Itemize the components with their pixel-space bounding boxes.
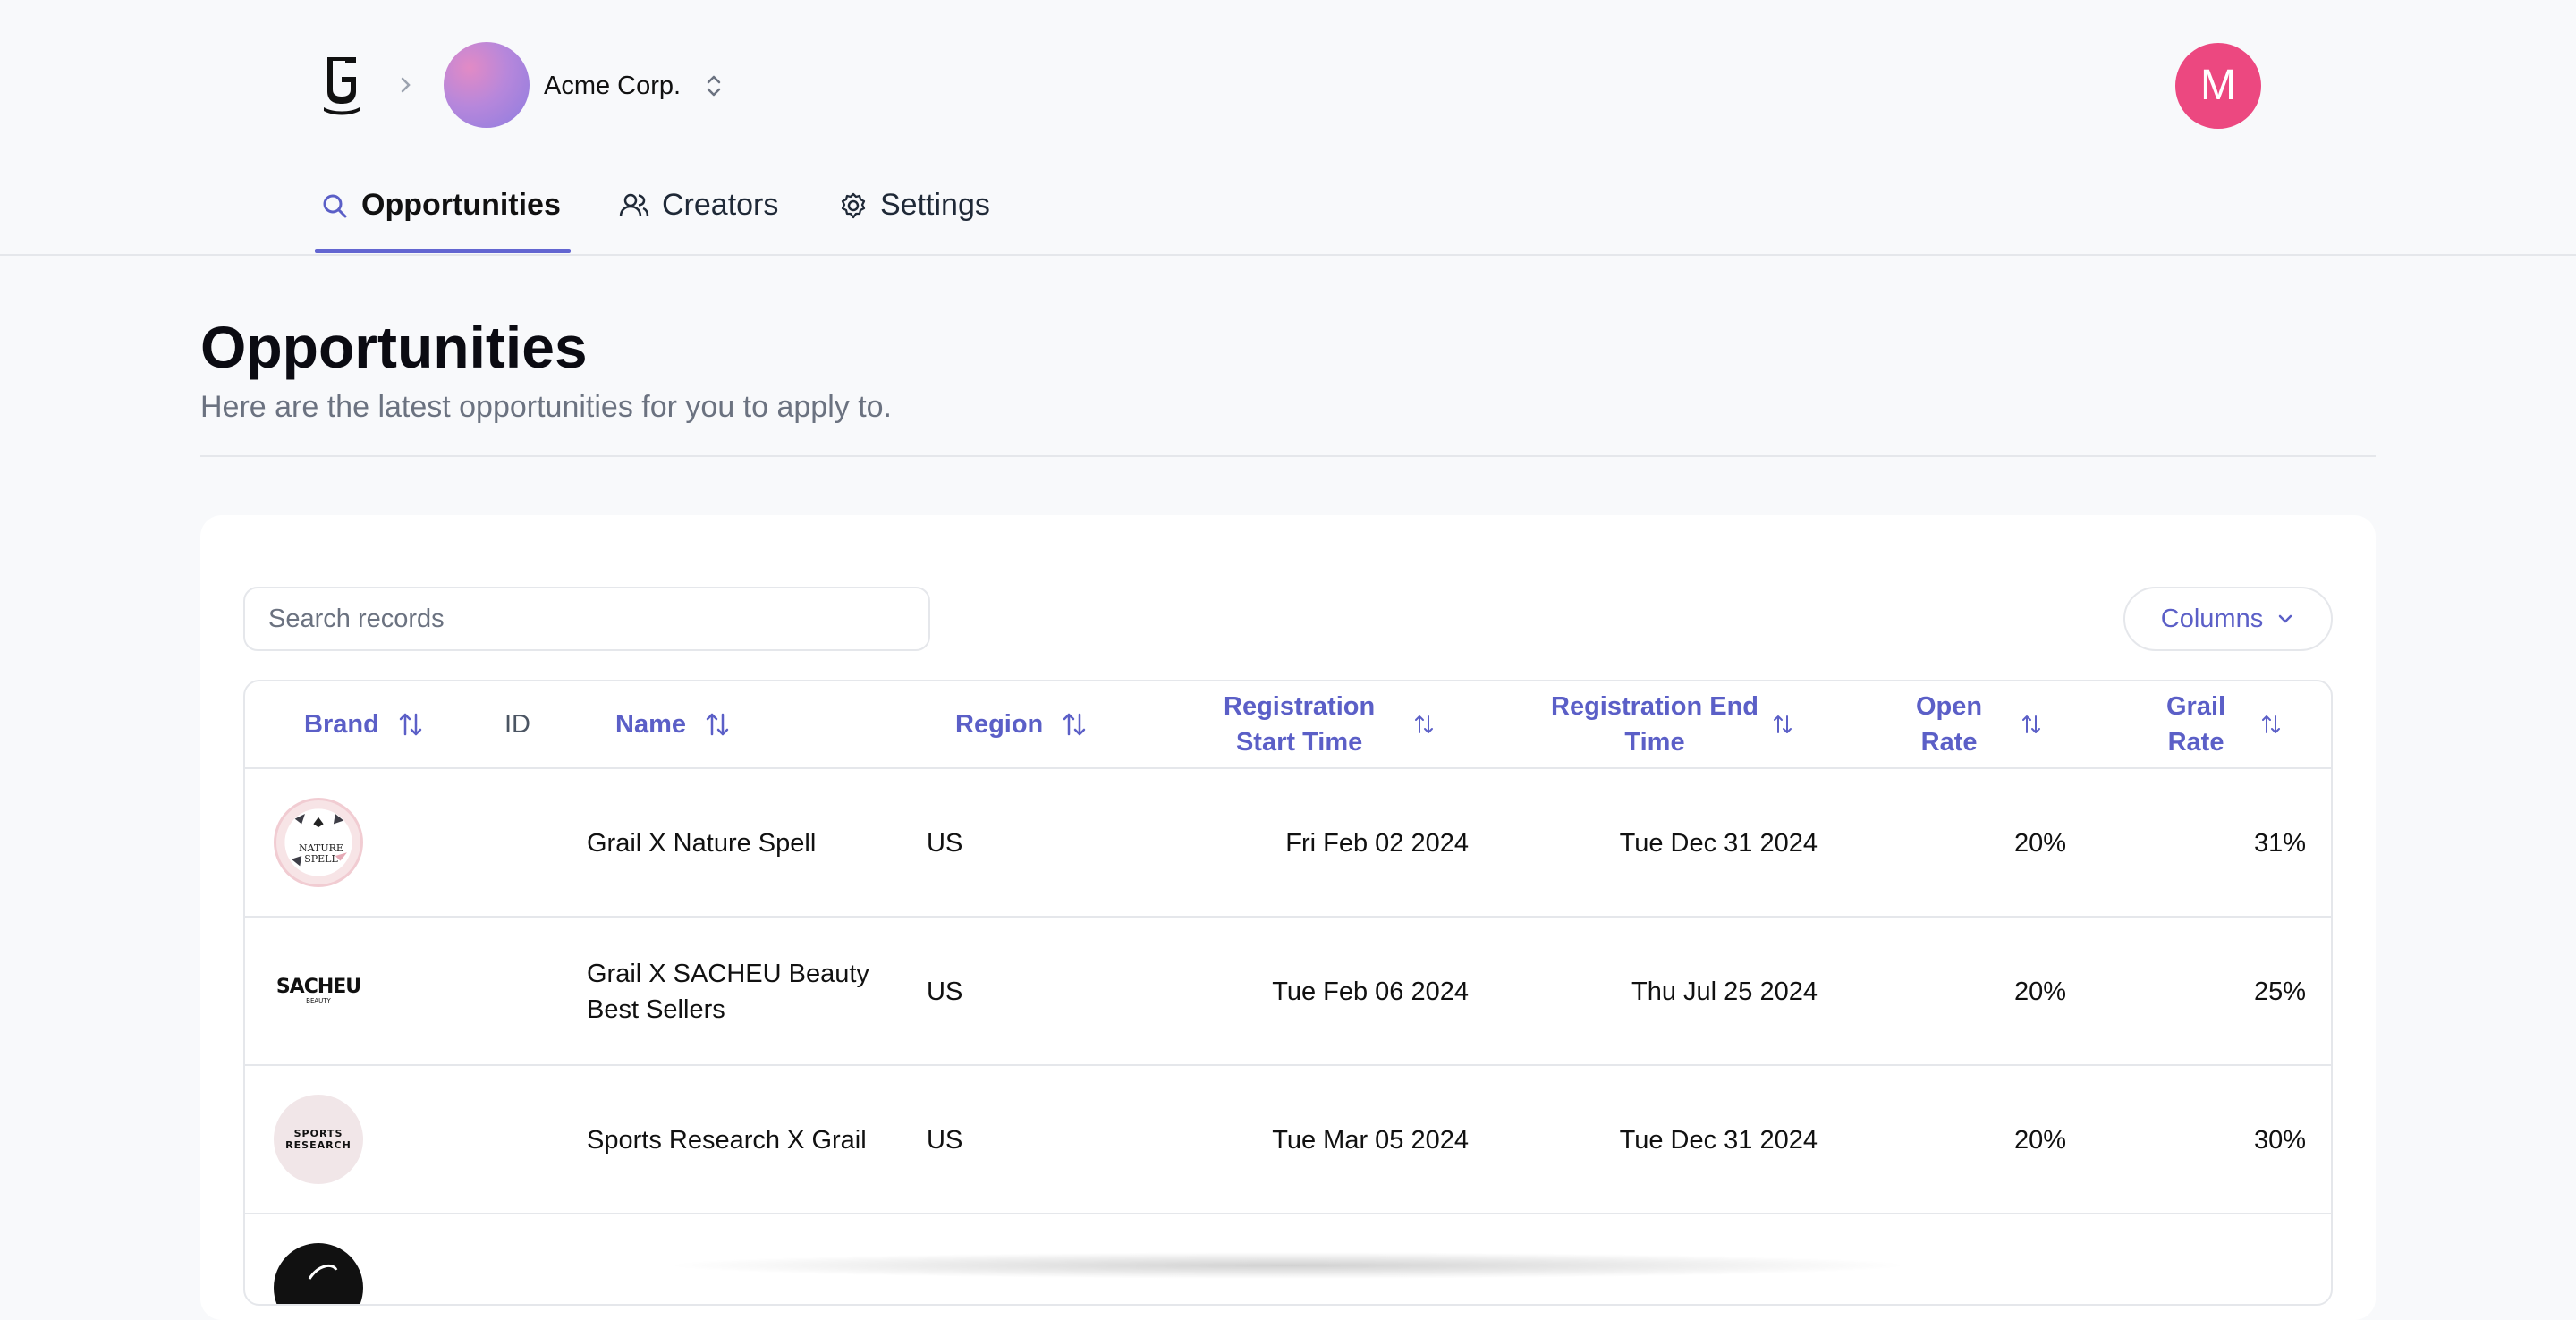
cell-open-rate: 20% xyxy=(2013,977,2066,1006)
floating-bar-shadow xyxy=(662,1252,1914,1279)
column-header-grail-rate[interactable]: Grail Rate xyxy=(2166,681,2281,767)
cell-open-rate: 20% xyxy=(2013,829,2066,858)
tab-creators[interactable]: Creators xyxy=(619,188,778,256)
tab-label: Opportunities xyxy=(361,188,561,222)
cell-region: US xyxy=(927,1126,963,1155)
table-row[interactable]: SPORTS RESEARCH Sports Research X Grail … xyxy=(245,1066,2331,1214)
cell-registration-start: Tue Mar 05 2024 xyxy=(1272,1126,1469,1155)
gear-icon xyxy=(841,192,866,219)
top-navigation: Acme Corp. M Opportunities Creators Sett… xyxy=(0,0,2576,256)
table-header: Brand ID Name Region Registration Start T… xyxy=(245,681,2331,769)
column-header-open-rate[interactable]: Open Rate xyxy=(1916,681,2041,767)
sort-icon[interactable] xyxy=(2261,714,2281,735)
sort-icon[interactable] xyxy=(704,711,731,738)
sort-icon[interactable] xyxy=(2021,714,2041,735)
cell-name: Grail X SACHEU Beauty Best Sellers xyxy=(587,960,869,1024)
users-icon xyxy=(619,193,649,217)
table-row[interactable]: NATURE SPELL Grail X Nature Spell US Fri… xyxy=(245,769,2331,918)
sort-icon[interactable] xyxy=(1414,714,1434,735)
column-header-registration-start[interactable]: Registration Start Time xyxy=(1224,681,1434,767)
column-header-id[interactable]: ID xyxy=(504,681,530,767)
page-title: Opportunities xyxy=(200,314,588,380)
grail-logo-icon[interactable] xyxy=(320,54,363,116)
tab-label: Settings xyxy=(880,188,990,222)
cell-registration-end: Tue Dec 31 2024 xyxy=(1619,1126,1818,1155)
sort-icon[interactable] xyxy=(397,711,424,738)
divider xyxy=(200,455,2376,457)
cell-region: US xyxy=(927,829,963,858)
user-avatar[interactable]: M xyxy=(2175,43,2261,129)
brand-logo-sports-research: SPORTS RESEARCH xyxy=(274,1095,363,1184)
columns-button-label: Columns xyxy=(2160,604,2264,633)
search-icon xyxy=(323,194,347,218)
cell-registration-end: Tue Dec 31 2024 xyxy=(1619,829,1818,858)
table-row[interactable]: SACHEU BEAUTY Grail X SACHEU Beauty Best … xyxy=(245,918,2331,1066)
page-subtitle: Here are the latest opportunities for yo… xyxy=(200,390,893,424)
columns-button[interactable]: Columns xyxy=(2123,587,2333,651)
cell-name: Sports Research X Grail xyxy=(587,1126,867,1155)
tab-opportunities[interactable]: Opportunities xyxy=(320,188,561,256)
column-header-brand[interactable]: Brand xyxy=(304,681,424,767)
breadcrumb-chevron-icon xyxy=(397,72,415,98)
search-input[interactable] xyxy=(243,587,930,651)
column-header-name[interactable]: Name xyxy=(615,681,731,767)
active-tab-indicator xyxy=(315,249,571,253)
cell-grail-rate: 30% xyxy=(2253,1126,2306,1155)
org-switcher-icon[interactable] xyxy=(703,70,724,102)
brand-logo-image xyxy=(308,1264,338,1280)
sort-icon[interactable] xyxy=(1061,711,1088,738)
tab-label: Creators xyxy=(662,188,779,222)
brand-logo-sacheu: SACHEU BEAUTY xyxy=(274,946,363,1036)
brand-logo-nature-spell: NATURE SPELL xyxy=(274,798,363,887)
cell-grail-rate: 25% xyxy=(2253,977,2306,1006)
org-avatar[interactable] xyxy=(444,42,530,128)
sort-icon[interactable] xyxy=(1773,714,1792,735)
brand-logo-partial xyxy=(274,1243,363,1304)
cell-name: Grail X Nature Spell xyxy=(587,829,817,858)
cell-registration-start: Fri Feb 02 2024 xyxy=(1285,829,1469,858)
cell-open-rate: 20% xyxy=(2013,1126,2066,1155)
org-name[interactable]: Acme Corp. xyxy=(544,68,681,104)
cell-region: US xyxy=(927,977,963,1006)
opportunities-table: Brand ID Name Region Registration Start T… xyxy=(243,680,2333,1306)
cell-grail-rate: 31% xyxy=(2253,829,2306,858)
cell-registration-start: Tue Feb 06 2024 xyxy=(1272,977,1469,1006)
column-header-region[interactable]: Region xyxy=(955,681,1088,767)
tab-settings[interactable]: Settings xyxy=(839,188,990,256)
chevron-down-icon xyxy=(2278,614,2292,623)
column-header-registration-end[interactable]: Registration End Time xyxy=(1551,681,1792,767)
cell-registration-end: Thu Jul 25 2024 xyxy=(1631,977,1818,1006)
